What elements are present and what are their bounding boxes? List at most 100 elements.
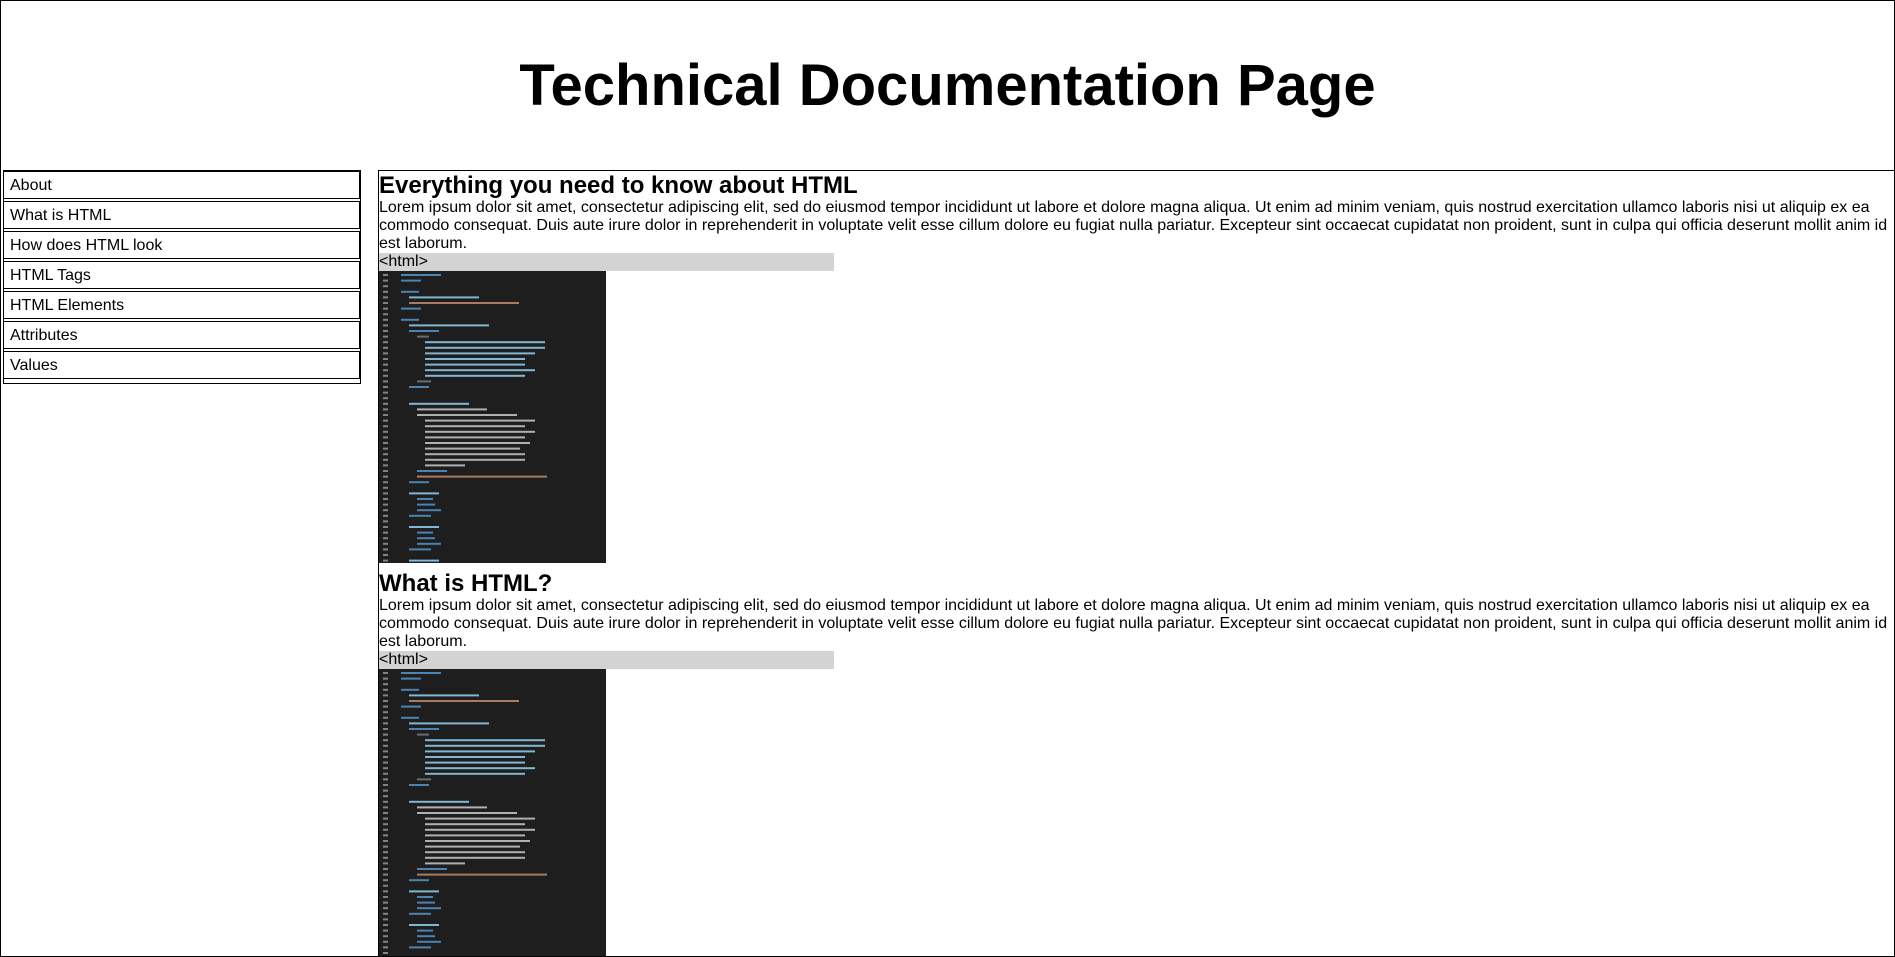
code-line — [425, 856, 525, 859]
code-line — [425, 442, 530, 444]
code-line — [425, 845, 520, 848]
code-line — [409, 946, 431, 949]
section-heading: Everything you need to know about HTML — [379, 172, 858, 199]
line-number — [383, 744, 388, 747]
line-number — [383, 548, 388, 551]
code-line — [425, 862, 465, 865]
code-line — [417, 935, 435, 938]
code-line — [409, 296, 479, 299]
line-number — [383, 397, 388, 400]
code-line — [425, 739, 545, 742]
code-line — [425, 823, 525, 826]
line-number — [383, 430, 388, 433]
line-number — [383, 750, 388, 753]
code-line — [401, 677, 421, 680]
line-number — [383, 346, 388, 349]
line-number — [383, 879, 388, 882]
code-line — [425, 851, 525, 854]
line-number — [383, 851, 388, 854]
code-line — [425, 346, 545, 349]
line-number — [383, 419, 388, 422]
line-number — [383, 716, 388, 719]
nav-link-html-tags[interactable]: HTML Tags — [4, 261, 360, 289]
code-line — [425, 453, 525, 456]
line-number — [383, 542, 388, 545]
nav-link-html-elements[interactable]: HTML Elements — [4, 291, 360, 319]
line-number — [383, 683, 388, 686]
code-line — [409, 912, 431, 915]
code-line — [409, 492, 439, 495]
line-number — [383, 677, 388, 680]
code-line — [425, 419, 535, 422]
code-line — [417, 531, 433, 534]
line-number — [383, 912, 388, 915]
line-number — [383, 313, 388, 316]
line-number — [383, 537, 388, 540]
line-number — [383, 806, 388, 809]
nav-link-what-is-html[interactable]: What is HTML — [4, 201, 360, 229]
line-number — [383, 442, 388, 444]
line-number — [383, 520, 388, 523]
code-line — [409, 800, 469, 803]
line-number — [383, 330, 388, 332]
nav-link-attributes[interactable]: Attributes — [4, 321, 360, 349]
line-number — [383, 402, 388, 405]
code-line — [417, 940, 441, 943]
line-number — [383, 907, 388, 910]
code-line — [401, 318, 419, 321]
code-line — [401, 290, 419, 293]
line-number — [383, 873, 388, 876]
line-number — [383, 828, 388, 831]
code-line — [409, 700, 519, 702]
line-number — [383, 823, 388, 826]
line-number — [383, 274, 388, 276]
nav-link-values[interactable]: Values — [4, 351, 360, 379]
code-line — [417, 733, 429, 736]
line-number — [383, 324, 388, 327]
code-line — [409, 548, 431, 551]
line-number — [383, 486, 388, 489]
code-line — [417, 414, 517, 416]
page-title: Technical Documentation Page — [519, 53, 1376, 118]
line-number — [383, 700, 388, 702]
code-line — [401, 279, 421, 282]
code-line — [417, 896, 433, 898]
main-content[interactable]: Everything you need to know about HTML L… — [378, 170, 1894, 956]
code-line — [409, 924, 439, 926]
line-number — [383, 862, 388, 865]
code-line — [417, 503, 435, 506]
line-number — [383, 464, 388, 467]
code-line — [425, 817, 535, 820]
line-number — [383, 408, 388, 411]
line-number — [383, 380, 388, 383]
code-line — [425, 828, 535, 831]
code-line — [425, 352, 535, 355]
line-number — [383, 728, 388, 730]
code-snippet: <html> — [379, 651, 834, 669]
line-number — [383, 711, 388, 714]
nav-link-about[interactable]: About — [4, 171, 360, 199]
code-line — [417, 901, 435, 904]
line-number — [383, 845, 388, 848]
line-number — [383, 812, 388, 814]
section-heading: What is HTML? — [379, 570, 553, 597]
line-number — [383, 952, 388, 954]
nav-link-how-does-html-look[interactable]: How does HTML look — [4, 231, 360, 259]
line-number — [383, 458, 388, 461]
line-number — [383, 509, 388, 512]
line-number — [383, 772, 388, 775]
code-line — [417, 868, 447, 870]
line-number — [383, 705, 388, 708]
code-line — [401, 307, 421, 310]
code-line — [417, 380, 431, 383]
line-number — [383, 924, 388, 926]
line-number — [383, 901, 388, 904]
line-number — [383, 492, 388, 495]
line-number — [383, 756, 388, 758]
line-number — [383, 341, 388, 344]
line-number — [383, 884, 388, 887]
line-number — [383, 554, 388, 556]
line-number — [383, 436, 388, 439]
code-line — [409, 330, 439, 332]
code-line — [425, 840, 530, 842]
